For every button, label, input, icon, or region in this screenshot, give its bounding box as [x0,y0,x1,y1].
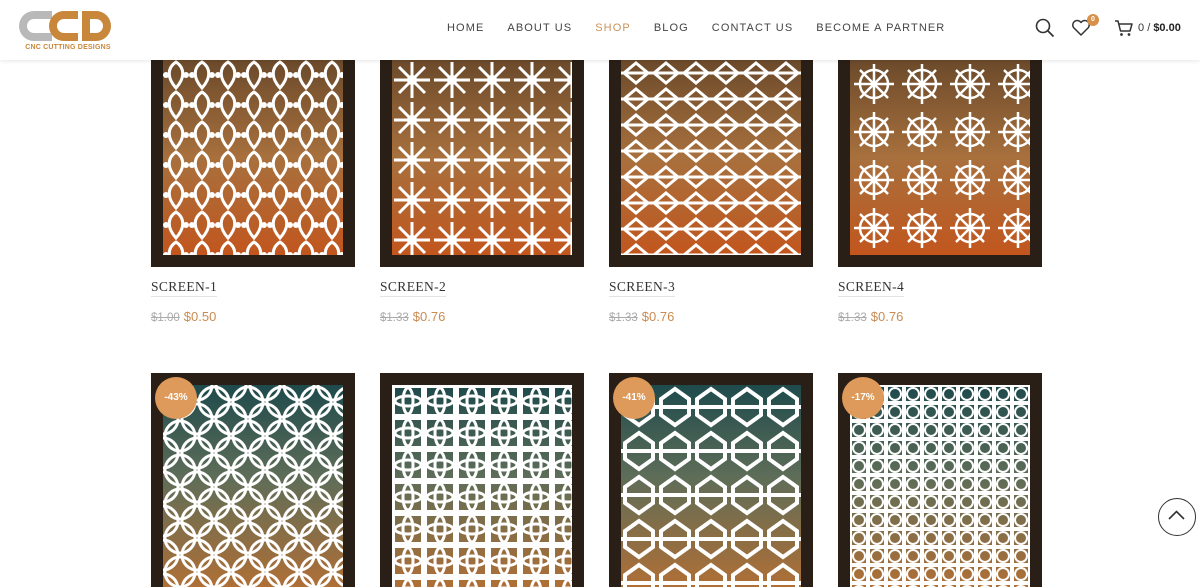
product-title[interactable]: SCREEN-2 [380,279,447,297]
product-image[interactable] [838,60,1042,267]
product-price: $1.00 $0.50 [151,309,216,324]
product-image[interactable]: -41% [609,373,813,587]
nav-shop[interactable]: SHOP [595,22,631,34]
sale-price: $0.76 [870,309,904,324]
product-image[interactable]: -17% [838,373,1042,587]
search-icon[interactable] [1035,18,1055,43]
product-image[interactable] [609,60,813,267]
sale-badge: -17% [842,377,884,419]
site-header: CNC CUTTING DESIGNS HOME ABOUT US SHOP B… [0,0,1200,60]
product-image[interactable] [151,60,355,267]
cart-icon[interactable] [1114,19,1134,42]
product-card[interactable]: -43% [151,373,355,587]
sale-price: $0.76 [412,309,446,324]
cart-count: 0 [1138,22,1145,34]
product-image[interactable] [380,373,584,587]
sale-badge: -41% [613,377,655,419]
product-card[interactable]: -17% [838,373,1042,587]
old-price: $1.33 [609,312,638,324]
cart-separator: / [1147,22,1151,34]
product-title[interactable]: SCREEN-1 [151,279,218,297]
cart-total: $0.00 [1153,22,1181,34]
chevron-up-icon [1168,510,1185,520]
product-image[interactable]: -43% [151,373,355,587]
cart-summary[interactable]: 0 / $0.00 [1138,22,1181,34]
product-card[interactable] [838,60,1042,267]
product-title[interactable]: SCREEN-4 [838,279,905,297]
logo-text: CNC CUTTING DESIGNS [25,44,111,51]
old-price: $1.33 [380,312,409,324]
product-image[interactable] [380,60,584,267]
old-price: $1.00 [151,312,180,324]
product-price: $1.33 $0.76 [380,309,445,324]
nav-contact-us[interactable]: CONTACT US [712,22,794,34]
wishlist-count-badge: 0 [1087,14,1099,26]
product-card[interactable] [380,373,584,587]
product-card[interactable]: -41% [609,373,813,587]
nav-about-us[interactable]: ABOUT US [507,22,572,34]
sale-price: $0.76 [641,309,675,324]
sale-badge: -43% [155,377,197,419]
old-price: $1.33 [838,312,867,324]
product-card[interactable] [151,60,355,267]
site-logo[interactable]: CNC CUTTING DESIGNS [12,8,118,54]
main-nav: HOME ABOUT US SHOP BLOG CONTACT US BECOM… [447,22,968,34]
product-card[interactable] [380,60,584,267]
product-price: $1.33 $0.76 [838,309,903,324]
nav-home[interactable]: HOME [447,22,484,34]
nav-blog[interactable]: BLOG [654,22,689,34]
scroll-to-top-button[interactable] [1158,498,1196,536]
product-card[interactable] [609,60,813,267]
product-title[interactable]: SCREEN-3 [609,279,676,297]
product-price: $1.33 $0.76 [609,309,674,324]
nav-become-a-partner[interactable]: BECOME A PARTNER [816,22,945,34]
sale-price: $0.50 [183,309,217,324]
